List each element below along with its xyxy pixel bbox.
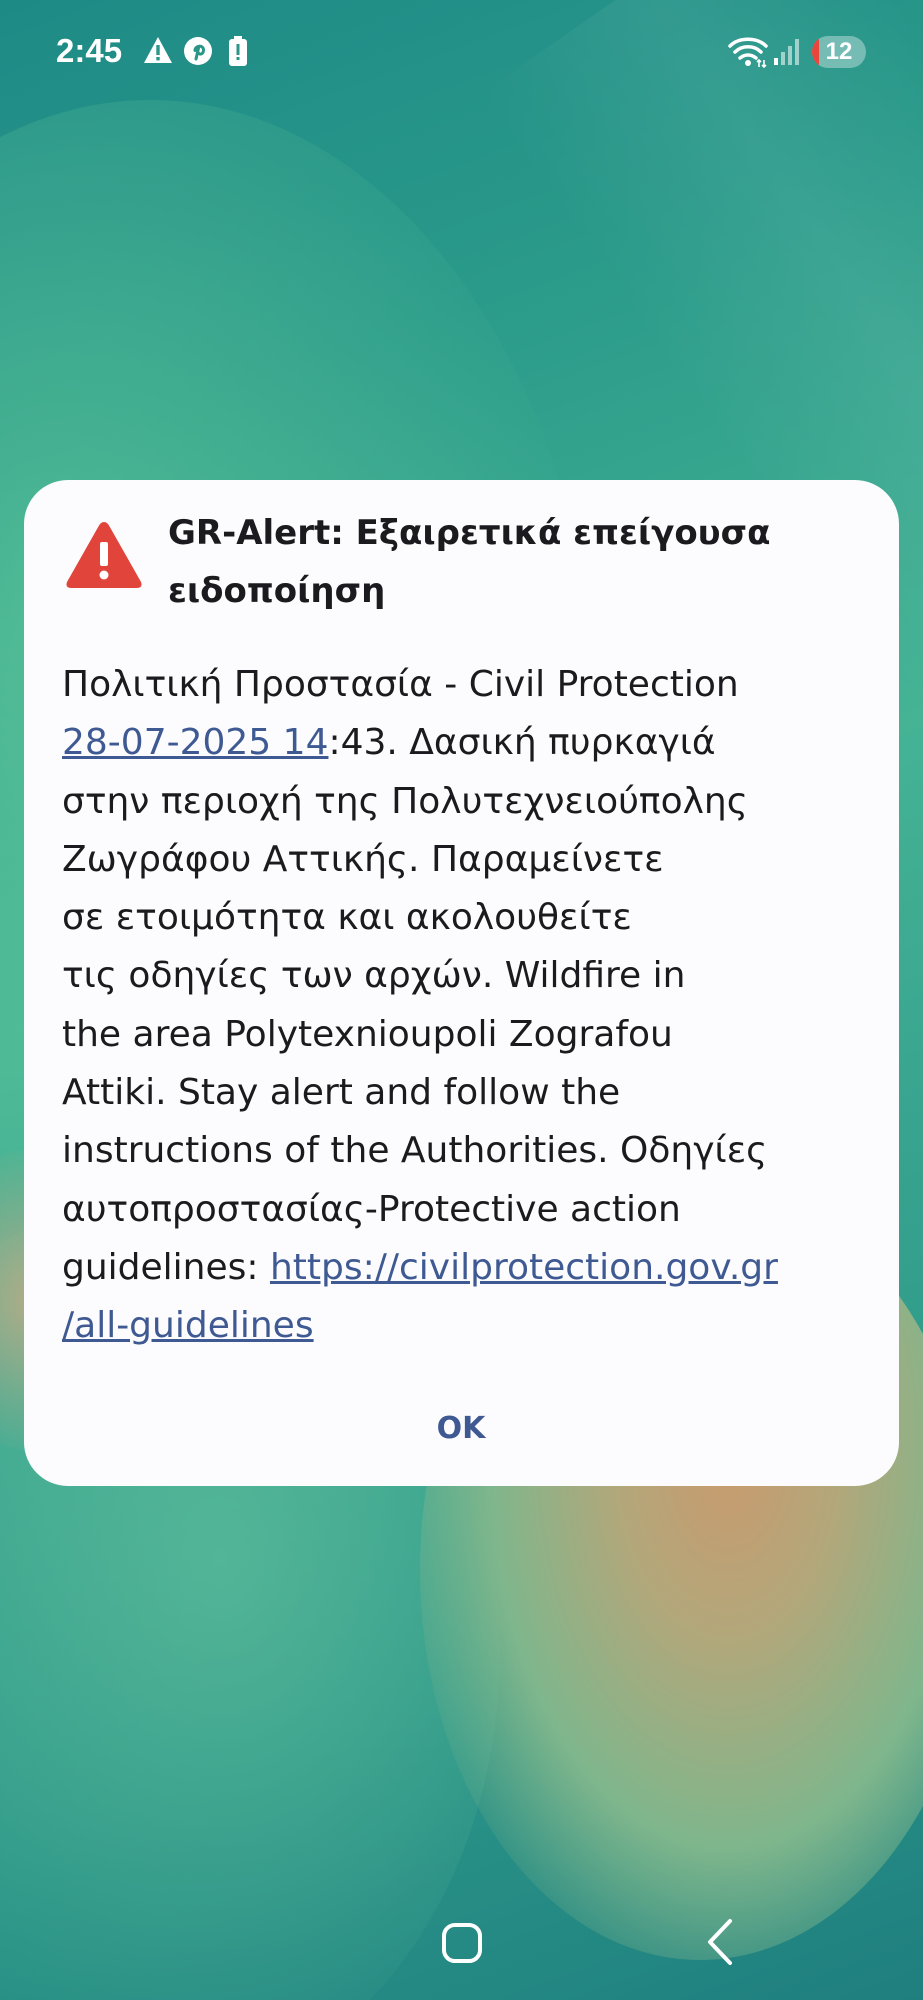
emergency-alert-dialog: GR-Alert: Εξαιρετικά επείγουσα ειδοποίησ… [24, 480, 899, 1486]
alert-text: :43. Δασική πυρκαγιά στην περιοχή της Πο… [62, 722, 768, 1288]
alert-sender: Πολιτική Προστασία - Civil Protection [62, 664, 739, 705]
wifi-icon [728, 37, 768, 68]
battery-indicator: 12 [812, 36, 866, 68]
back-icon[interactable] [704, 1917, 736, 1967]
home-icon[interactable] [442, 1923, 482, 1963]
status-bar: 2:45 12 [0, 0, 923, 104]
status-time: 2:45 [56, 32, 123, 69]
warning-triangle-icon [66, 522, 142, 588]
ok-button[interactable]: OK [401, 1396, 521, 1460]
pinterest-icon [184, 37, 212, 65]
signal-icon [774, 39, 799, 65]
battery-level: 12 [825, 38, 853, 65]
alert-message: Πολιτική Προστασία - Civil Protection 28… [62, 656, 872, 1356]
alert-title: GR-Alert: Εξαιρετικά επείγουσα ειδοποίησ… [168, 513, 771, 611]
date-link[interactable]: 28-07-2025 14 [62, 722, 328, 763]
home-screen: 2:45 12 GR-Alert: Εξαιρετικά επείγουσα ε… [0, 0, 923, 2000]
warning-icon [144, 37, 172, 63]
battery-alert-icon [229, 36, 247, 66]
